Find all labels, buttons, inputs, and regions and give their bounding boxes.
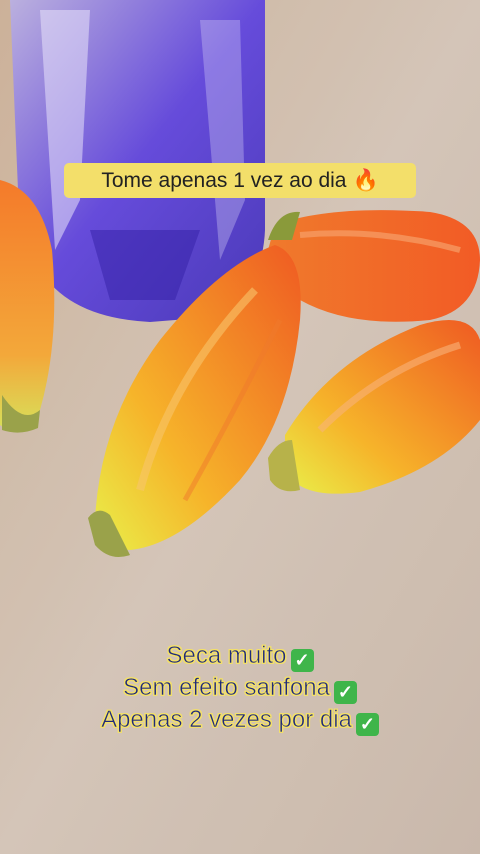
check-icon: ✓ — [333, 681, 357, 704]
top-caption: Tome apenas 1 vez ao dia 🔥 — [64, 163, 416, 198]
fire-icon: 🔥 — [352, 168, 379, 192]
caption-line: Sem efeito sanfona ✓ — [0, 672, 480, 704]
check-icon: ✓ — [290, 649, 314, 672]
top-caption-text: Tome apenas 1 vez ao dia — [101, 168, 347, 192]
caption-line-text: Sem efeito sanfona — [123, 674, 330, 702]
caption-line-text: Seca muito — [166, 642, 287, 670]
check-icon: ✓ — [355, 713, 379, 736]
caption-line-text: Apenas 2 vezes por dia — [101, 706, 352, 734]
caption-line: Seca muito ✓ — [0, 640, 480, 672]
caption-line: Apenas 2 vezes por dia ✓ — [0, 704, 480, 736]
bottom-captions: Seca muito ✓ Sem efeito sanfona ✓ Apenas 2… — [0, 640, 480, 736]
